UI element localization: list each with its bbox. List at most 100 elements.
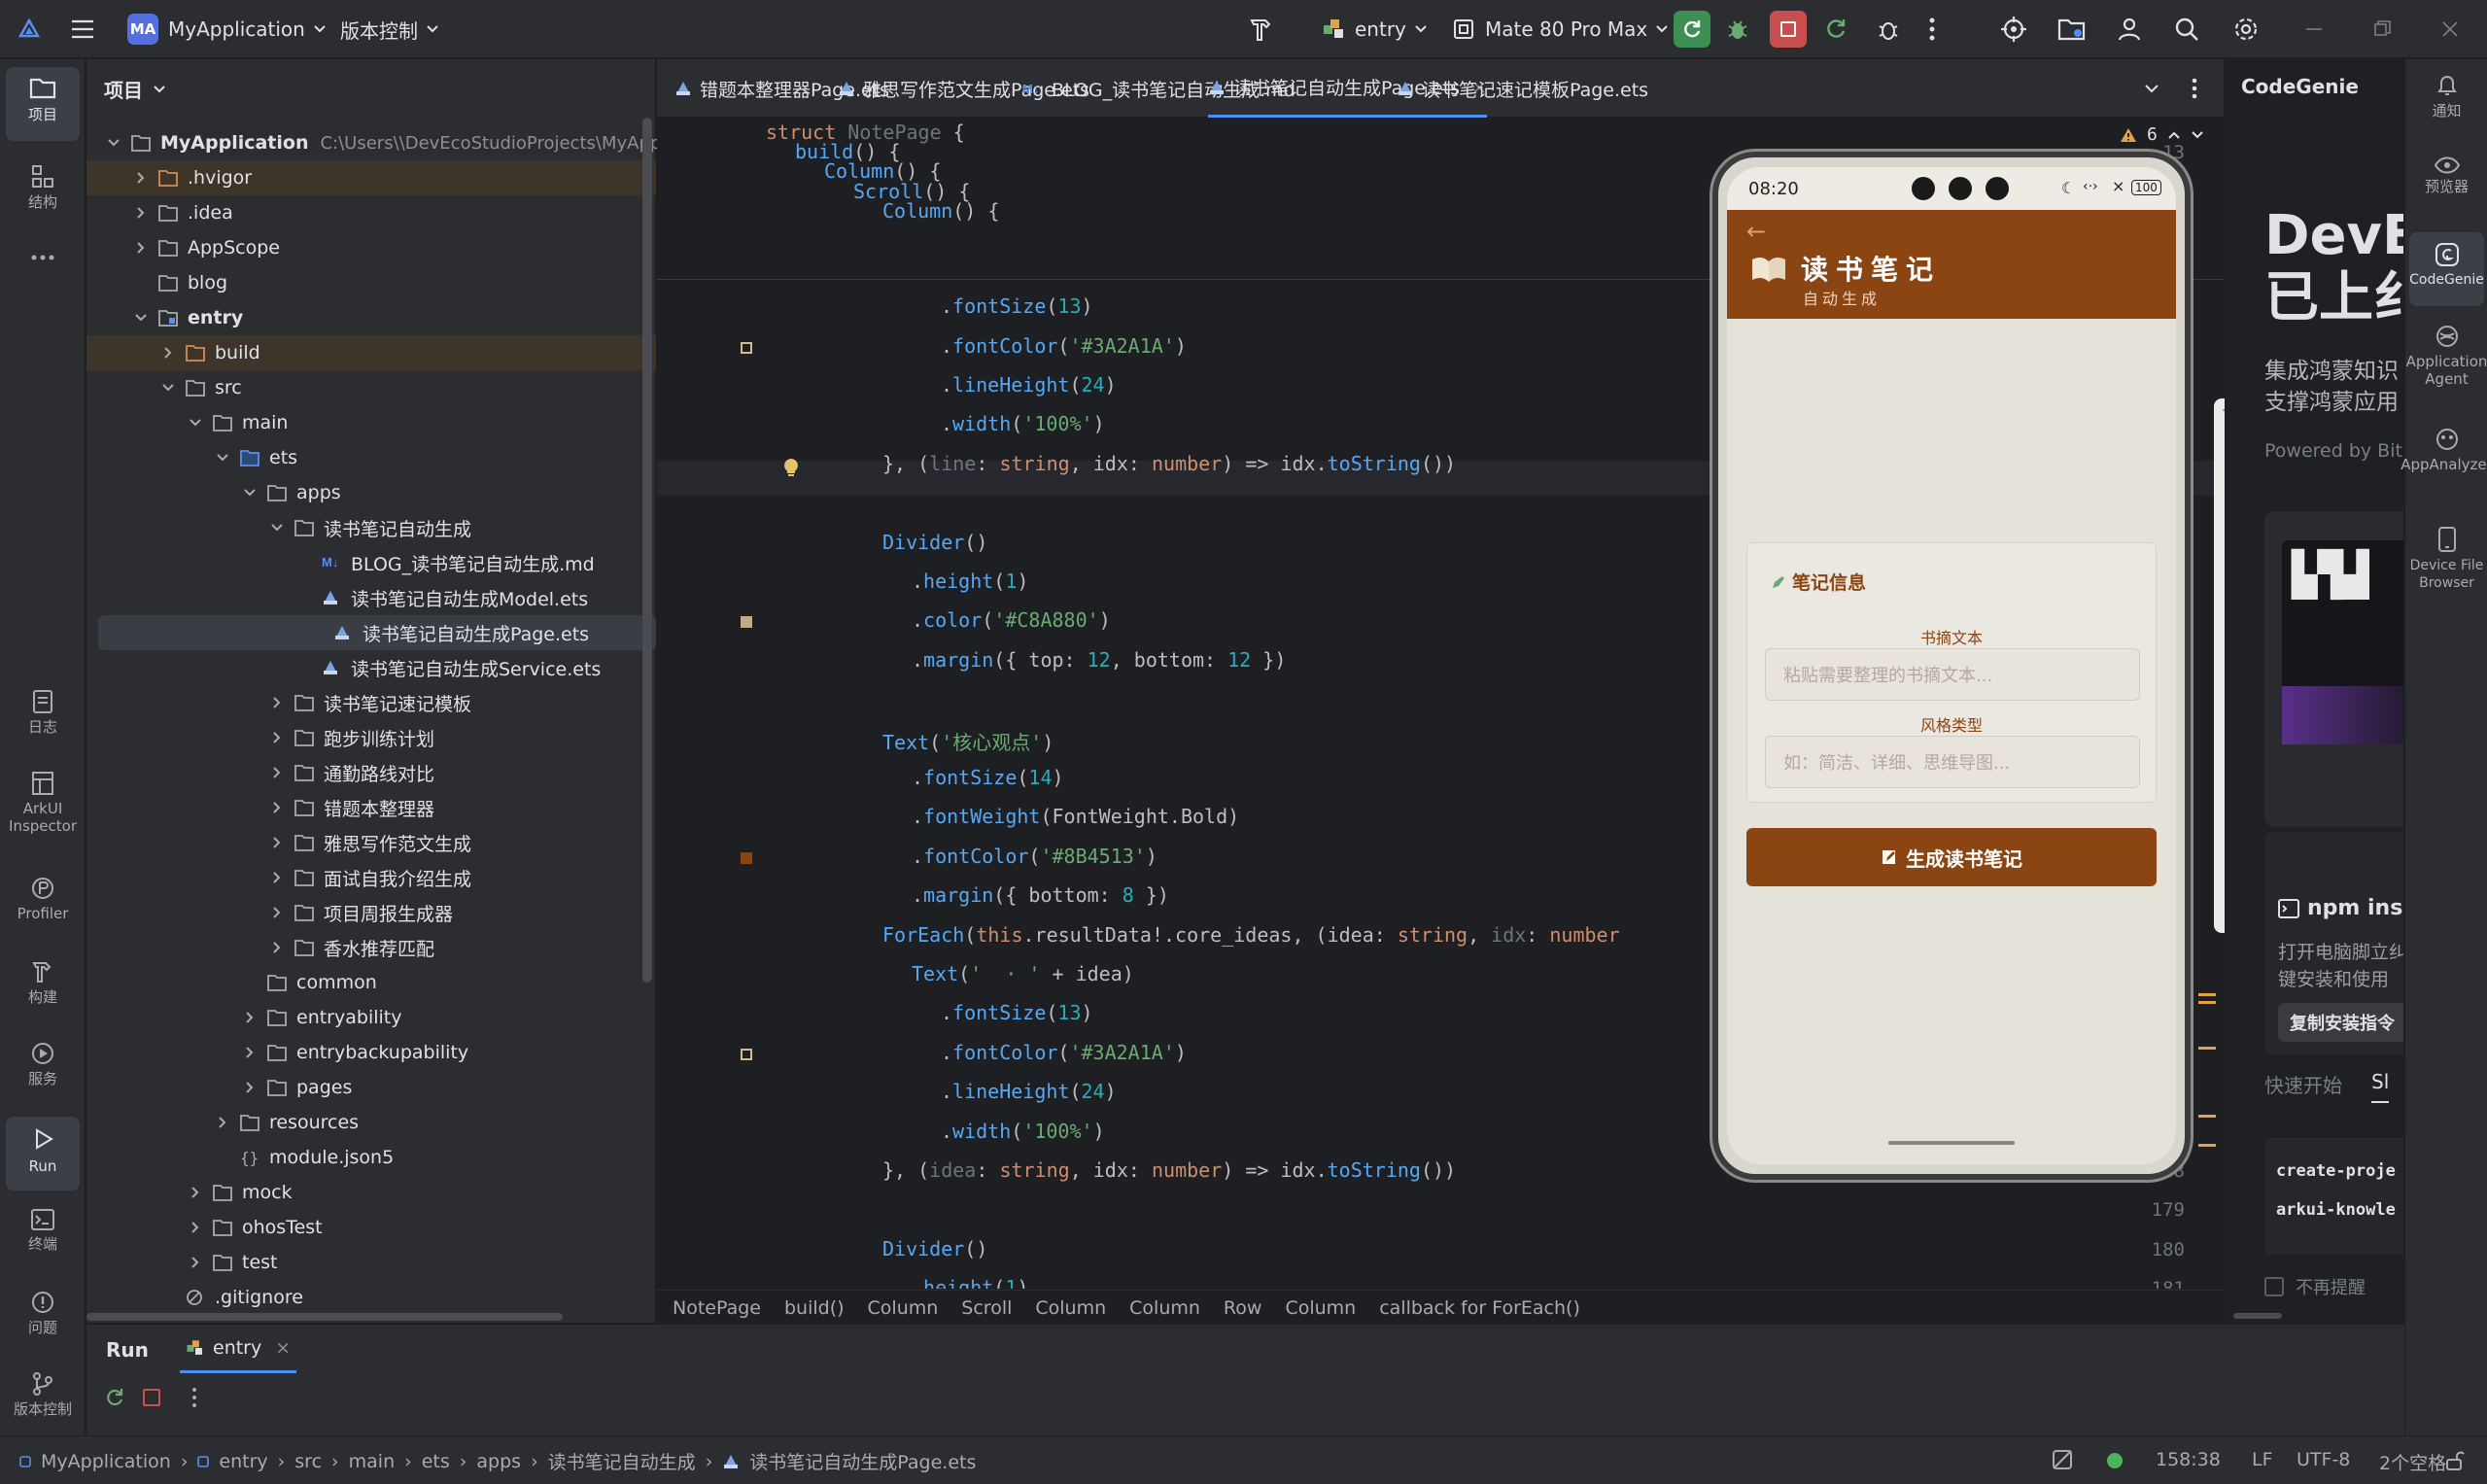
color-swatch-outline[interactable]: [741, 1048, 752, 1060]
tree-scrollbar[interactable]: [642, 118, 652, 983]
code-breadcrumb-item[interactable]: Row: [1224, 1297, 1262, 1319]
tree-item[interactable]: .gitignore: [86, 1280, 656, 1315]
color-swatch[interactable]: [741, 851, 752, 864]
tree-item[interactable]: blog: [86, 265, 656, 300]
hammer-icon[interactable]: [1247, 0, 1276, 58]
debug-icon[interactable]: [1725, 0, 1750, 58]
chevron-right-icon[interactable]: [133, 240, 149, 256]
code-line[interactable]: .fontColor('#3A2A1A'): [941, 1041, 1187, 1064]
minimize-icon[interactable]: [2305, 0, 2323, 58]
status-breadcrumb-item[interactable]: entry: [219, 1451, 267, 1472]
no-remind-row[interactable]: 不再提醒: [2264, 1274, 2366, 1299]
tree-root[interactable]: MyApplication C:\Users\\DevEcoStudioProj…: [86, 125, 680, 160]
copy-install-button[interactable]: 复制安装指令: [2278, 1003, 2403, 1042]
app-logo-icon[interactable]: [17, 0, 41, 58]
chevron-right-icon[interactable]: [269, 870, 285, 885]
tree-item[interactable]: ets: [86, 440, 656, 475]
tool-log[interactable]: 日志: [6, 689, 80, 736]
tree-item[interactable]: pages: [86, 1070, 656, 1105]
run-config-select[interactable]: entry: [1322, 0, 1428, 58]
tree-item[interactable]: entrybackupability: [86, 1035, 656, 1070]
code-line[interactable]: Text(' · ' + idea): [912, 962, 1134, 985]
tree-item[interactable]: build: [86, 335, 656, 370]
code-line[interactable]: .margin({ bottom: 8 }): [912, 883, 1169, 907]
chevron-right-icon[interactable]: [269, 730, 285, 745]
tree-item[interactable]: 读书笔记自动生成Page.ets: [98, 615, 656, 650]
code-line[interactable]: .height(1): [912, 1276, 1028, 1289]
tool-arkui-inspector[interactable]: ArkUI Inspector: [6, 771, 80, 835]
tree-item[interactable]: main: [86, 405, 656, 440]
tree-item[interactable]: 面试自我介绍生成: [86, 860, 656, 895]
folder-sync-icon[interactable]: [2057, 0, 2087, 58]
apply-changes-icon[interactable]: [1823, 0, 1848, 58]
tool-vcs[interactable]: 版本控制: [6, 1371, 80, 1418]
chevron-right-icon[interactable]: [242, 1045, 258, 1060]
code-line[interactable]: .margin({ top: 12, bottom: 12 }): [912, 648, 1286, 672]
code-breadcrumb-item[interactable]: Column: [868, 1297, 939, 1319]
main-menu-icon[interactable]: [70, 0, 95, 58]
restore-icon[interactable]: [2373, 0, 2391, 58]
tree-item[interactable]: 读书笔记速记模板: [86, 685, 656, 720]
tree-item[interactable]: 读书笔记自动生成: [86, 510, 656, 545]
chevron-right-icon[interactable]: [269, 800, 285, 815]
chevron-right-icon[interactable]: [242, 1080, 258, 1095]
status-breadcrumb-item[interactable]: apps: [476, 1451, 521, 1472]
tool-more[interactable]: [6, 254, 80, 261]
chevron-right-icon[interactable]: [242, 1010, 258, 1025]
tree-item[interactable]: 跑步训练计划: [86, 720, 656, 755]
tree-item[interactable]: .hvigor: [86, 160, 656, 195]
close-tab-icon[interactable]: ×: [275, 1337, 291, 1359]
color-swatch-outline[interactable]: [741, 341, 752, 354]
tree-item[interactable]: entry: [86, 300, 656, 335]
status-breadcrumb-item[interactable]: ets: [422, 1451, 450, 1472]
rerun-icon[interactable]: [104, 1387, 125, 1408]
tab-skills[interactable]: Sl: [2371, 1070, 2390, 1103]
code-line[interactable]: .fontWeight(FontWeight.Bold): [912, 805, 1239, 828]
tool-notifications[interactable]: 通知: [2409, 73, 2484, 120]
style-input[interactable]: 如：简洁、详细、思维导图...: [1765, 736, 2140, 788]
code-line[interactable]: ForEach(this.resultData!.core_ideas, (id…: [882, 923, 1620, 947]
command-item[interactable]: create-proje: [2276, 1152, 2403, 1191]
code-line[interactable]: }, (line: string, idx: number) => idx.to…: [882, 452, 1456, 475]
chevron-right-icon[interactable]: [133, 170, 149, 186]
chevron-down-icon[interactable]: [269, 520, 285, 535]
code-breadcrumb-item[interactable]: Column: [1285, 1297, 1356, 1319]
editor-tab[interactable]: 读书笔记速记模板Page.ets: [1397, 59, 1648, 118]
tool-project[interactable]: 项目: [6, 67, 80, 141]
code-line[interactable]: .color('#C8A880'): [912, 608, 1111, 632]
device-screen[interactable]: 08:20 ☾ ‹·› × 100 ← 读书笔记 自动生成 笔记信息 书摘文本 …: [1727, 167, 2176, 1164]
code-line[interactable]: .lineHeight(24): [941, 373, 1117, 397]
tree-item[interactable]: 项目周报生成器: [86, 895, 656, 930]
tab-quick-start[interactable]: 快速开始: [2264, 1070, 2342, 1103]
tree-item[interactable]: entryability: [86, 1000, 656, 1035]
target-icon[interactable]: [2000, 0, 2027, 58]
chevron-right-icon[interactable]: [133, 205, 149, 221]
chevron-down-icon[interactable]: [242, 485, 258, 500]
tool-problems[interactable]: 问题: [6, 1290, 80, 1336]
tree-item[interactable]: apps: [86, 475, 656, 510]
more-vertical-icon[interactable]: [191, 1387, 197, 1408]
checkbox-icon[interactable]: [2264, 1277, 2284, 1296]
tool-build[interactable]: 构建: [6, 959, 80, 1006]
inspection-widget[interactable]: 6: [2120, 124, 2204, 145]
tree-item[interactable]: 读书笔记自动生成Model.ets: [86, 580, 656, 615]
rerun-button[interactable]: [1674, 0, 1710, 58]
tree-item[interactable]: common: [86, 965, 656, 1000]
chevron-right-icon[interactable]: [269, 905, 285, 920]
command-item[interactable]: arkui-knowle: [2276, 1191, 2403, 1229]
vcs-menu[interactable]: 版本控制: [340, 0, 439, 58]
back-arrow-icon[interactable]: ←: [1746, 218, 1766, 245]
tool-codegenie[interactable]: CodeGenie: [2409, 232, 2484, 306]
cursor-position[interactable]: 158:38: [2156, 1449, 2221, 1470]
tree-item[interactable]: M↓ BLOG_读书笔记自动生成.md: [86, 545, 656, 580]
stop-icon[interactable]: [143, 1389, 160, 1406]
chevron-right-icon[interactable]: [188, 1185, 203, 1200]
generate-notes-button[interactable]: 生成读书笔记: [1746, 828, 2157, 886]
code-breadcrumb-item[interactable]: Column: [1129, 1297, 1200, 1319]
status-breadcrumb-item[interactable]: MyApplication: [41, 1451, 171, 1472]
tool-profiler[interactable]: Profiler: [6, 876, 80, 922]
code-line[interactable]: .fontColor('#8B4513'): [912, 845, 1157, 868]
code-line[interactable]: .fontSize(13): [941, 1001, 1093, 1024]
code-line[interactable]: .height(1): [912, 569, 1028, 593]
chevron-right-icon[interactable]: [269, 695, 285, 710]
